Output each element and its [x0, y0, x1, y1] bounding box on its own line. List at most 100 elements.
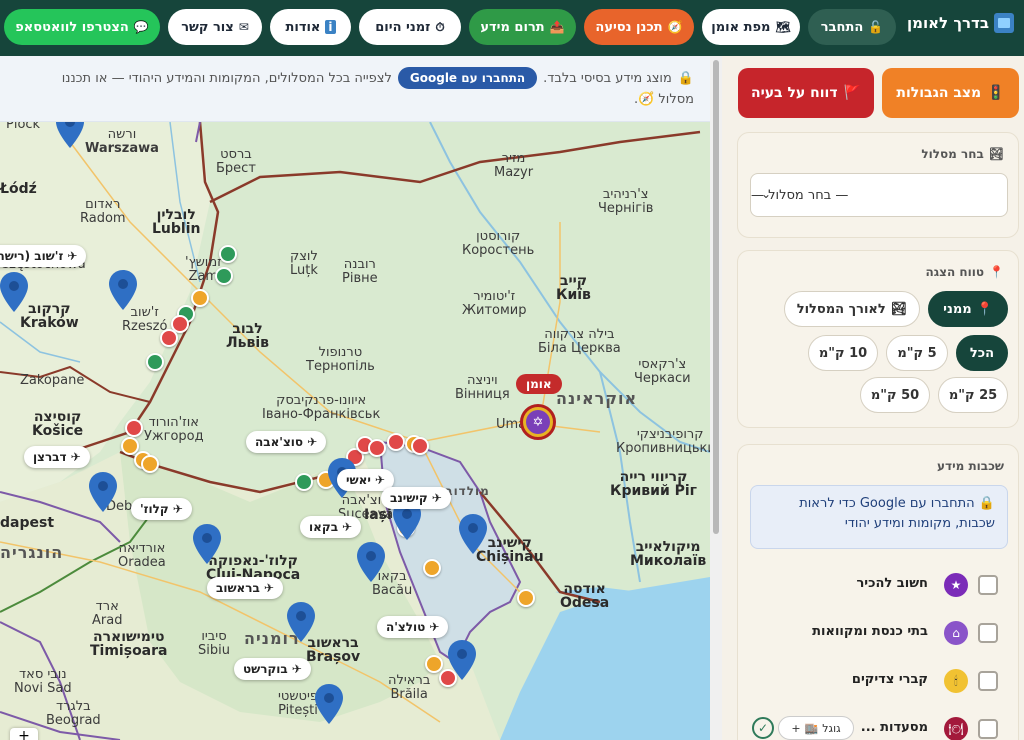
- location-pin-icon[interactable]: [0, 272, 28, 312]
- airport-label-rzeszow[interactable]: ✈ז'שוב (רישה): [0, 245, 87, 267]
- route-dot[interactable]: [411, 437, 429, 455]
- layer-row-tzadikim-graves[interactable]: 🕯 קברי צדיקים: [738, 663, 1020, 699]
- layer-checkbox[interactable]: [978, 671, 998, 691]
- uman-label[interactable]: אומן: [516, 374, 562, 394]
- route-dot[interactable]: [517, 589, 535, 607]
- traffic-light-icon: 🚦: [987, 85, 1005, 101]
- layer-checkbox[interactable]: [978, 623, 998, 643]
- location-pin-icon[interactable]: [459, 514, 487, 554]
- route-dot[interactable]: [160, 329, 178, 347]
- report-issue-button[interactable]: 🚩 דווח על בעיה: [738, 68, 874, 118]
- city-odesa: אודסה Odesa: [560, 581, 610, 611]
- nav-plan-trip[interactable]: 🧭 תכנן נסיעה: [584, 9, 694, 45]
- location-pin-icon[interactable]: [315, 684, 343, 724]
- range-option-5km[interactable]: 5 ק"מ: [886, 335, 948, 371]
- city-novi-sad: נובי סאד Novi Sad: [14, 667, 72, 696]
- layer-row-synagogues[interactable]: ⌂ בתי כנסת ומקוואות: [738, 615, 1020, 651]
- sidebar: 🚦 מצב הגבולות 🚩 דווח על בעיה 🏞 בחר מסלול…: [722, 56, 1024, 740]
- layers-signin-notice[interactable]: 🔒 התחברו עם Google כדי לראות שכבות, מקומ…: [750, 485, 1008, 549]
- route-dot[interactable]: [191, 289, 209, 307]
- airplane-icon: ✈: [342, 520, 353, 534]
- uman-marker[interactable]: ✡: [520, 404, 556, 440]
- city-lviv: לבוב Львів: [226, 321, 269, 351]
- location-pin-icon[interactable]: [448, 640, 476, 680]
- city-krakow: קרקוב Kraków: [20, 301, 79, 331]
- location-pin-icon[interactable]: [109, 270, 137, 310]
- chevron-down-icon: ⌄: [761, 187, 772, 201]
- scrollbar-thumb[interactable]: [713, 60, 719, 534]
- range-mode-from-me[interactable]: 📍 ממני: [928, 291, 1008, 327]
- range-option-50km[interactable]: 50 ק"מ: [860, 377, 930, 413]
- location-pin-icon[interactable]: [193, 524, 221, 564]
- route-dot[interactable]: [141, 455, 159, 473]
- sidebar-scrollbar[interactable]: [710, 56, 722, 740]
- nav-about[interactable]: i אודות: [270, 9, 351, 45]
- location-pin-icon[interactable]: [287, 602, 315, 642]
- app-logo[interactable]: בדרך לאומן: [907, 13, 1014, 33]
- airport-label-chisinau[interactable]: ✈ קישינב: [381, 487, 451, 509]
- info-icon: i: [325, 20, 336, 34]
- banner-line-1: 🔒 מוצג מידע בסיסי בלבד. התחברו עם Google…: [62, 67, 694, 89]
- range-mode-along-route[interactable]: 🏞 לאורך המסלול: [784, 291, 920, 327]
- airport-label-tulcea[interactable]: ✈ טולצ'ה: [377, 616, 449, 638]
- route-dot[interactable]: [146, 353, 164, 371]
- banner-line-2: מסלול 🧭.: [634, 92, 694, 107]
- plan-route-link[interactable]: מסלול: [658, 92, 694, 107]
- city-rivne: רובנה Рівне: [342, 257, 378, 286]
- nav-uman-map[interactable]: 🗺 מפת אומן: [702, 9, 800, 45]
- layer-checkbox[interactable]: [978, 575, 998, 595]
- city-lutsk: לוצק Luțk: [290, 249, 318, 278]
- airplane-icon: ✈: [263, 581, 274, 595]
- nav-contribute[interactable]: 📤 תרום מידע: [469, 9, 576, 45]
- airport-label-brasov[interactable]: ✈ בראשוב: [207, 577, 283, 599]
- airplane-icon: ✈: [374, 473, 385, 487]
- route-dot[interactable]: [368, 439, 386, 457]
- city-zakopane: Zakopane: [20, 373, 85, 388]
- border-status-button[interactable]: 🚦 מצב הגבולות: [882, 68, 1019, 118]
- star-icon: ★: [944, 573, 968, 597]
- map-view[interactable]: ורשה Warszawa Łódź ראדום Radom לובלין Lubli…: [0, 122, 710, 740]
- route-dot[interactable]: [215, 267, 233, 285]
- route-select[interactable]: — בחר מסלול — ⌄: [750, 173, 1008, 217]
- clock-icon: ⏱: [435, 19, 445, 34]
- layer-checkbox[interactable]: [978, 719, 998, 739]
- airport-label-debrecen[interactable]: ✈ דברצן: [24, 446, 90, 468]
- city-arad: ארד Arad: [92, 599, 123, 628]
- google-add-pill[interactable]: גוגל 🏬 +: [778, 716, 854, 740]
- airport-label-bacau[interactable]: ✈ בקאו: [300, 516, 362, 538]
- lock-icon: 🔒: [978, 496, 995, 511]
- nav-day-times[interactable]: ⏱ זמני היום: [359, 9, 461, 45]
- airplane-icon: ✈: [172, 502, 183, 516]
- google-signin-button[interactable]: התחברו עם Google: [397, 67, 538, 89]
- airport-label-cluj[interactable]: ✈ קלוז': [131, 498, 192, 520]
- info-layers-card: שכבות מידע 🔒 התחברו עם Google כדי לראות …: [737, 444, 1019, 740]
- location-pin-icon[interactable]: [89, 472, 117, 512]
- city-beograd: בלגרד Beograd: [46, 699, 101, 728]
- city-brest: ברסט Брест: [216, 147, 256, 176]
- nav-whatsapp[interactable]: 💬 הצטרפו לוואטסאפ: [4, 9, 160, 45]
- city-ternopil: טרנופול Тернопіль: [306, 345, 375, 374]
- check-icon[interactable]: ✓: [752, 717, 774, 739]
- zoom-in-button[interactable]: +: [10, 728, 38, 740]
- airport-label-suceava[interactable]: ✈ סוצ'אבה: [246, 431, 327, 453]
- city-bila-tserkva: בילה צרקווה Біла Церква: [538, 327, 621, 356]
- airport-label-bucharest[interactable]: ✈ בוקרשט: [234, 658, 311, 680]
- range-option-all[interactable]: הכל: [956, 335, 1008, 371]
- location-pin-icon[interactable]: [56, 122, 84, 148]
- city-uzhhorod: אוז'הורוד Ужгород: [144, 415, 204, 444]
- city-braila: בראילה Brăila: [388, 673, 431, 702]
- route-dot[interactable]: [295, 473, 313, 491]
- location-pin-icon[interactable]: [357, 542, 385, 582]
- route-dot[interactable]: [125, 419, 143, 437]
- route-dot[interactable]: [423, 559, 441, 577]
- route-dot[interactable]: [219, 245, 237, 263]
- route-dot[interactable]: [425, 655, 443, 673]
- login-button[interactable]: 🔓 התחבר: [808, 9, 896, 45]
- layer-row-important[interactable]: ★ חשוב להכיר: [738, 567, 1020, 603]
- route-dot[interactable]: [387, 433, 405, 451]
- range-option-10km[interactable]: 10 ק"מ: [808, 335, 878, 371]
- layer-row-restaurants[interactable]: 🍽 מסעדות ... גוגל 🏬 + ✓: [738, 711, 1020, 740]
- nav-contact[interactable]: ✉ צור קשר: [168, 9, 262, 45]
- range-option-25km[interactable]: 25 ק"מ: [938, 377, 1008, 413]
- map-picture-icon: 🏞: [890, 301, 908, 317]
